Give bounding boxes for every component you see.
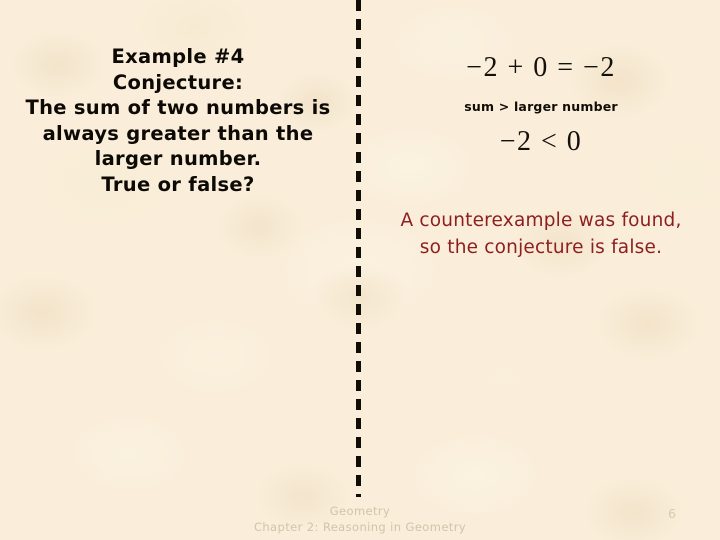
conjecture-line-label: Conjecture: [112, 70, 244, 94]
equation-inequality: −2 < 0 [499, 126, 583, 157]
conclusion-line-1: A counterexample was found, [400, 210, 682, 231]
conclusion-block: A counterexample was found, so the conje… [364, 207, 718, 261]
counterexample-panel: −2 + 0 = −2 sum > larger number −2 < 0 A… [362, 0, 720, 540]
conclusion-line-2: so the conjecture is false. [419, 237, 663, 258]
footer-course: Geometry [329, 504, 391, 518]
conjecture-line-body-2: always greater than the [42, 121, 314, 145]
conjecture-line-question: True or false? [101, 172, 255, 196]
conjecture-statement-block: Example #4 Conjecture: The sum of two nu… [8, 44, 348, 197]
slide-canvas: Example #4 Conjecture: The sum of two nu… [0, 0, 720, 540]
conjecture-line-body-3: larger number. [94, 147, 262, 170]
page-number: 6 [668, 506, 676, 521]
equation-sum: −2 + 0 = −2 [466, 52, 616, 83]
slide-footer: Geometry Chapter 2: Reasoning in Geometr… [0, 504, 720, 535]
footer-chapter: Chapter 2: Reasoning in Geometry [253, 519, 467, 534]
conjecture-line-title: Example #4 [111, 45, 245, 68]
vertical-dashed-divider [356, 0, 361, 497]
sum-comparison-note: sum > larger number [464, 99, 618, 114]
conjecture-line-body-1: The sum of two numbers is [25, 96, 331, 119]
